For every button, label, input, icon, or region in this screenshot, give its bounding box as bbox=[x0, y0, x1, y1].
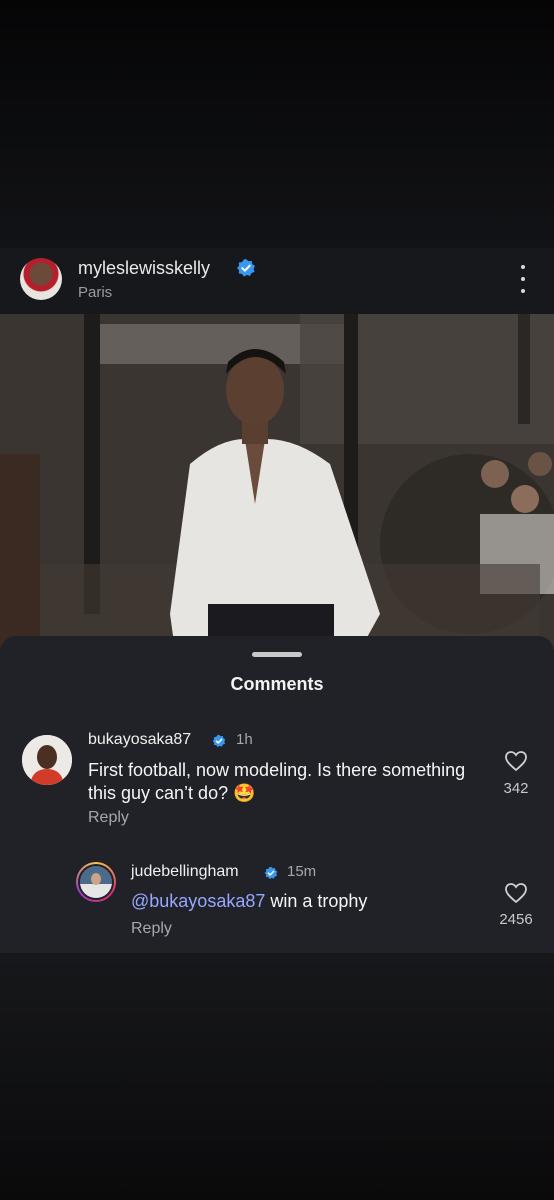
background-bottom bbox=[0, 953, 554, 1200]
commenter-avatar[interactable] bbox=[22, 735, 72, 785]
verified-badge-icon bbox=[237, 259, 255, 277]
post-location[interactable]: Paris bbox=[78, 284, 112, 301]
more-options-icon[interactable] bbox=[516, 265, 530, 293]
comment-username[interactable]: judebellingham bbox=[131, 863, 239, 881]
reply-button[interactable]: Reply bbox=[88, 809, 129, 827]
post-author-avatar[interactable] bbox=[20, 258, 62, 300]
comments-title: Comments bbox=[230, 674, 324, 694]
reply-button[interactable]: Reply bbox=[131, 920, 172, 938]
like-count: 342 bbox=[503, 780, 529, 797]
commenter-avatar[interactable] bbox=[76, 862, 116, 902]
post-photo[interactable] bbox=[0, 314, 554, 650]
comment-timestamp: 15m bbox=[287, 863, 317, 880]
comment-text: First football, now modeling. Is there s… bbox=[88, 760, 466, 803]
comment-timestamp: 1h bbox=[236, 731, 253, 748]
background-top bbox=[0, 0, 554, 248]
post-author-username[interactable]: myleslewisskelly bbox=[78, 258, 210, 279]
like-count: 2456 bbox=[499, 911, 533, 928]
heart-icon[interactable] bbox=[504, 750, 528, 772]
comment-text: @bukayosaka87 win a trophy bbox=[131, 890, 461, 913]
comment-text-body: win a trophy bbox=[265, 891, 368, 911]
verified-badge-icon bbox=[264, 866, 278, 880]
drag-handle[interactable] bbox=[252, 652, 302, 657]
verified-badge-icon bbox=[212, 734, 226, 748]
comment-username[interactable]: bukayosaka87 bbox=[88, 731, 191, 749]
runway-scene bbox=[0, 314, 554, 650]
mention-link[interactable]: @bukayosaka87 bbox=[131, 891, 265, 911]
heart-icon[interactable] bbox=[504, 882, 528, 904]
